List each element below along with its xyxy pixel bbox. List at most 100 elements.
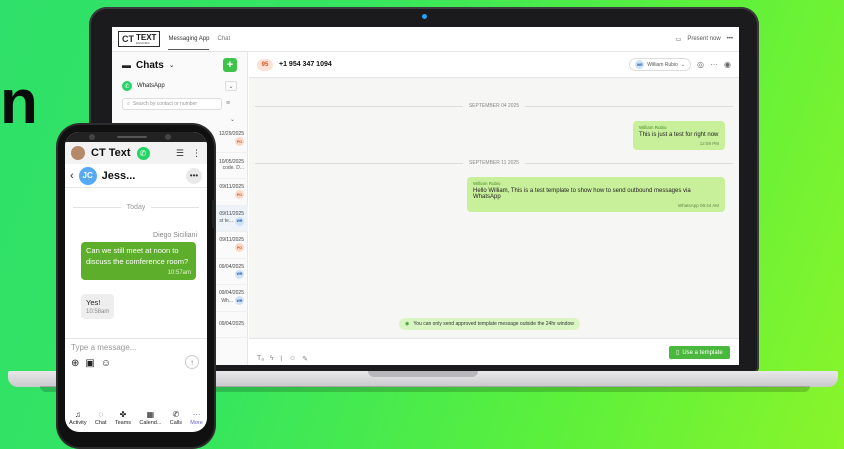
image-icon[interactable]: ▣	[85, 358, 94, 369]
message-input[interactable]: Type a message...	[71, 343, 201, 352]
contact-avatar: WR	[235, 269, 244, 279]
assignee-dropdown[interactable]: WR William Rubio ⌄	[629, 58, 692, 71]
conversation-pane: 95 +1 954 347 1094 WR William Rubio ⌄ ◎ …	[249, 52, 739, 365]
contact-avatar: PO	[235, 243, 244, 253]
message-text: Hello William, This is a test template t…	[473, 188, 691, 200]
mobile-composer: Type a message... ⊕ ▣ ☺ ↑	[65, 338, 207, 378]
more-options-button[interactable]: •••	[186, 167, 202, 184]
format-icon[interactable]: Tₐ	[257, 355, 264, 363]
tab-messaging-app[interactable]: Messaging App	[168, 29, 210, 50]
new-chat-button[interactable]: +	[223, 58, 237, 72]
channel-selector[interactable]: ✆ WhatsApp ⌄	[112, 78, 247, 94]
hero-heading-fragment: n	[0, 68, 38, 137]
search-placeholder: Search by contact or number	[132, 101, 198, 107]
chevron-down-icon[interactable]: ⌄	[169, 61, 175, 69]
profile-icon[interactable]: ◉	[724, 60, 731, 69]
more-options-icon[interactable]: •••	[727, 36, 733, 42]
lightning-icon[interactable]: ϟ	[270, 355, 274, 363]
present-now-button[interactable]: Present now	[687, 36, 720, 42]
mention-icon[interactable]: ✎	[302, 355, 308, 363]
composer-toolbar: ⊕ ▣ ☺	[71, 358, 201, 369]
send-button[interactable]: ↑	[185, 355, 199, 369]
search-input[interactable]: ⌕ Search by contact or number	[122, 98, 222, 110]
mobile-app-title: CT Text	[91, 147, 131, 159]
contact-avatar: 95	[257, 58, 273, 71]
outgoing-message: Can we still meet at noon to discuss the…	[81, 242, 196, 280]
conversation-header: 95 +1 954 347 1094 WR William Rubio ⌄ ◎ …	[249, 52, 739, 78]
nav-activity[interactable]: ♫ Activity	[69, 410, 86, 426]
assignee-name: William Rubio	[647, 61, 678, 68]
nav-label: Calend...	[139, 420, 162, 426]
text-engines-logo: CT TEXT ENGINES	[118, 31, 161, 47]
globe-icon[interactable]: ⊕	[71, 358, 79, 369]
incoming-message: Yes! 10:58am	[81, 294, 115, 319]
filter-icon[interactable]: ☰	[176, 148, 184, 159]
emoji-icon[interactable]: ☺	[101, 358, 111, 369]
contact-avatar: WR	[235, 296, 244, 306]
present-icon: ▭	[675, 36, 682, 43]
chats-title: Chats	[136, 59, 164, 71]
nav-chat[interactable]: ◌ Chat	[95, 410, 107, 426]
conversation-snippet: code. D...	[222, 165, 244, 172]
top-right-actions: ▭ Present now •••	[676, 36, 733, 43]
channel-label: WhatsApp	[137, 83, 165, 89]
search-icon: ⌕	[127, 101, 130, 107]
date-separator-label: SEPTEMBER 04 2025	[468, 103, 520, 109]
contact-phone: +1 954 347 1094	[279, 61, 332, 68]
contact-avatar: JC	[78, 166, 97, 185]
nav-label: More	[190, 420, 203, 426]
nav-label: Calls	[169, 420, 182, 426]
outgoing-message: William Rubio This is just a test for ri…	[633, 121, 725, 150]
phone-speaker	[117, 136, 147, 138]
date-separator: Today	[73, 204, 199, 211]
nav-label: Teams	[114, 420, 132, 426]
document-icon: ▯	[676, 350, 680, 356]
use-template-label: Use a template	[682, 349, 723, 356]
nav-calls[interactable]: ✆ Calls	[170, 410, 182, 426]
template-window-notice: ◉ You can only send approved template me…	[399, 318, 580, 330]
notice-text: You can only send approved template mess…	[413, 321, 574, 327]
message-sender: William Rubio	[639, 125, 667, 130]
teams-icon: ✤	[119, 410, 127, 419]
user-avatar[interactable]	[71, 146, 85, 160]
nav-teams[interactable]: ✤ Teams	[115, 410, 131, 426]
tab-chat[interactable]: Chat	[217, 29, 230, 49]
outgoing-template-message: William Rubio Hello William, This is a t…	[467, 177, 725, 212]
attachment-icon[interactable]: ⌇	[280, 355, 283, 363]
conversation-date: 09/04/2025	[218, 321, 244, 328]
conversation-snippet: st te...	[219, 218, 233, 225]
message-time: 12:59 PM	[699, 141, 719, 146]
message-time: WhatsApp 09:44 AM	[677, 203, 719, 208]
phone-side-button	[212, 200, 215, 228]
chat-bubble-icon: ▬	[122, 60, 131, 70]
mobile-app-header: CT Text ✆ ☰ ⋮	[65, 142, 207, 164]
date-separator: SEPTEMBER 11 2025	[255, 160, 733, 166]
filter-icon[interactable]: ≡	[226, 100, 230, 107]
use-template-button[interactable]: ▯ Use a template	[669, 346, 730, 359]
channel-dropdown[interactable]: ⌄	[225, 81, 237, 91]
nav-label: Chat	[94, 420, 107, 426]
message-text: Can we still meet at noon to discuss the…	[86, 246, 189, 266]
date-separator-label: Today	[126, 204, 146, 211]
mobile-app-screen: CT Text ✆ ☰ ⋮ ‹ JC Jess... ••• Today Die…	[65, 132, 207, 432]
whatsapp-icon: ✆	[122, 81, 132, 91]
more-vertical-icon[interactable]: ⋮	[192, 148, 201, 159]
emoji-icon[interactable]: ☺	[289, 355, 296, 363]
logo-ct: CT	[122, 34, 134, 44]
chats-header: ▬ Chats ⌄ +	[112, 52, 247, 78]
more-icon: ···	[192, 410, 201, 419]
contact-avatar: WR	[235, 216, 244, 226]
nav-calendar[interactable]: ▦ Calend...	[139, 410, 161, 426]
contact-name: Jess...	[101, 169, 136, 182]
collapse-chevron-icon[interactable]: ⌄	[230, 116, 235, 123]
calendar-icon: ▦	[146, 410, 155, 419]
more-options-icon[interactable]: ···	[710, 60, 718, 69]
chevron-down-icon: ⌄	[680, 61, 686, 68]
date-separator-label: SEPTEMBER 11 2025	[469, 160, 519, 166]
back-icon[interactable]: ‹	[70, 170, 74, 182]
conversation-snippet: Wh...	[221, 297, 233, 304]
bell-icon: ♫	[74, 410, 81, 419]
nav-more[interactable]: ··· More	[190, 410, 203, 426]
check-circle-icon[interactable]: ◎	[697, 60, 704, 69]
laptop-camera	[422, 14, 427, 19]
